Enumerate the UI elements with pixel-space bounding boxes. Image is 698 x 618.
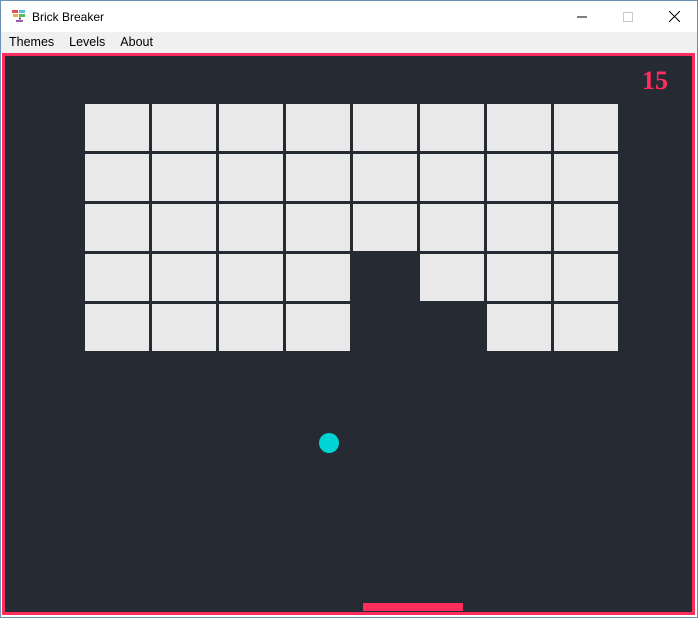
maximize-icon	[623, 11, 633, 22]
brick	[554, 204, 618, 251]
brick	[420, 104, 484, 151]
minimize-icon	[577, 16, 587, 17]
brick	[286, 254, 350, 301]
maximize-button[interactable]	[605, 1, 651, 32]
brick	[219, 204, 283, 251]
brick	[554, 104, 618, 151]
brick	[219, 104, 283, 151]
brick	[353, 104, 417, 151]
brick	[487, 254, 551, 301]
window-title: Brick Breaker	[32, 10, 105, 24]
brick-field	[85, 104, 620, 354]
brick	[85, 204, 149, 251]
brick	[286, 204, 350, 251]
ball	[319, 433, 339, 453]
brick	[286, 154, 350, 201]
brick	[219, 304, 283, 351]
title-bar[interactable]: Brick Breaker	[1, 1, 697, 32]
minimize-button[interactable]	[559, 1, 605, 32]
brick	[286, 304, 350, 351]
app-window: Brick Breaker Themes Levels About 15	[0, 0, 698, 618]
brick	[286, 104, 350, 151]
close-icon	[668, 11, 680, 22]
brick	[152, 104, 216, 151]
brick	[152, 254, 216, 301]
brick-breaker-app-icon	[12, 10, 25, 22]
brick	[85, 304, 149, 351]
brick	[420, 204, 484, 251]
brick	[487, 204, 551, 251]
brick	[219, 154, 283, 201]
brick	[554, 154, 618, 201]
paddle[interactable]	[363, 603, 463, 611]
brick	[487, 304, 551, 351]
brick	[554, 304, 618, 351]
close-button[interactable]	[651, 1, 697, 32]
brick	[85, 104, 149, 151]
brick	[420, 154, 484, 201]
brick	[152, 304, 216, 351]
brick	[487, 104, 551, 151]
menu-bar: Themes Levels About	[1, 32, 697, 53]
menu-about[interactable]: About	[112, 32, 160, 53]
brick	[353, 154, 417, 201]
brick	[420, 254, 484, 301]
brick	[353, 204, 417, 251]
brick	[487, 154, 551, 201]
menu-themes[interactable]: Themes	[1, 32, 61, 53]
score-display: 15	[642, 66, 668, 95]
brick	[152, 154, 216, 201]
brick	[219, 254, 283, 301]
brick	[152, 204, 216, 251]
brick	[554, 254, 618, 301]
brick	[85, 254, 149, 301]
brick	[85, 154, 149, 201]
menu-levels[interactable]: Levels	[61, 32, 112, 53]
game-area[interactable]: 15	[2, 53, 695, 615]
